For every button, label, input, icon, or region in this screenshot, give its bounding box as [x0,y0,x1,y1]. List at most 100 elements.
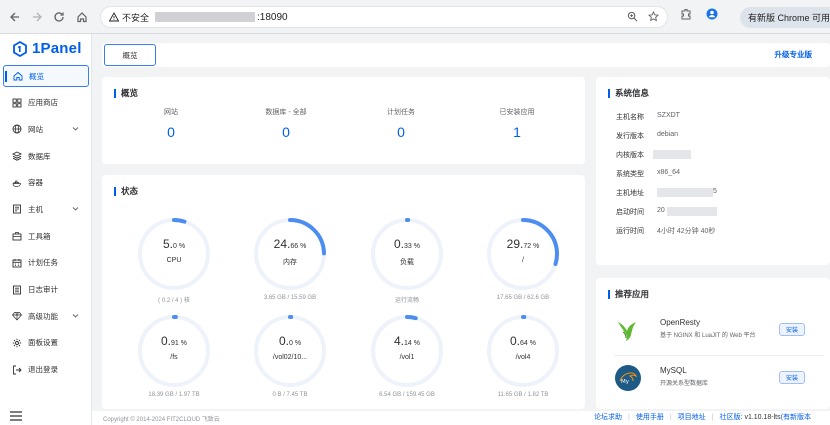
openresty-logo-icon [618,322,636,341]
gauge-unit: % [527,340,536,347]
database-icon [12,151,22,161]
gauge-subtext: ( 0.2 / 4 ) 核 [158,298,190,304]
app-openresty[interactable]: OpenResty 基于 NGINX 和 LuaJIT 的 Web 平台 安装 [614,314,830,348]
overview-value[interactable]: 0 [356,124,446,140]
home-browser-icon[interactable] [71,6,93,28]
project-link[interactable]: 项目地址 [678,412,706,422]
sidebar-item-host[interactable]: 主机 [3,198,89,220]
install-button[interactable]: 安装 [779,371,805,384]
overview-website[interactable]: 网站 0 [126,107,216,140]
gauge-subtext: 0 B / 7.45 TB [272,392,308,398]
back-icon[interactable] [4,6,26,28]
forum-link[interactable]: 论坛求助 [594,412,622,422]
url-redacted [155,12,256,22]
tab-overview[interactable]: 概览 [104,44,156,66]
collapse-menu-icon[interactable] [10,411,22,421]
gauge-0[interactable]: 5.0 % CPU [135,215,213,293]
gauge-4[interactable]: 0.91 %/fs [135,312,213,390]
url-text: :18090 [257,11,288,23]
sidebar-item-toolbox[interactable]: 工具箱 [3,225,89,247]
gauge-value-int: 24. [273,237,291,251]
profile-icon[interactable] [706,8,718,20]
reload-icon[interactable] [48,6,70,28]
gauge-track [138,218,210,290]
gauge-unit: % [411,243,420,250]
sidebar-item-advanced[interactable]: 高级功能 [3,305,89,327]
gauge-value-dec: 66 [290,243,299,250]
install-button[interactable]: 安装 [779,323,805,336]
gauge-ring [487,218,559,290]
sidebar-item-label: 日志审计 [28,285,58,294]
app-desc: 开源关系型数据库 [660,381,709,387]
gauge-track [138,315,210,387]
gauge-1[interactable]: 24.66 % 内存 [251,215,329,293]
gauge-5[interactable]: 0.0 % /vol02/10... [251,312,329,390]
address-bar[interactable]: 不安全 :18090 [100,6,668,28]
sys-value: debian [657,131,679,138]
brand-logo[interactable]: 1Panel [12,40,82,57]
gauge-value: 24.66 % [251,237,329,251]
status-title: 状态 [114,185,138,197]
logout-icon [12,365,22,375]
sidebar-item-settings[interactable]: 面板设置 [3,332,89,354]
sys-key: 系统类型 [616,171,644,178]
overview-installed-apps[interactable]: 已安装应用 1 [472,107,562,140]
sidebar-item-logs[interactable]: 日志审计 [3,279,89,301]
chevron-down-icon [72,207,79,212]
gauge-track [371,218,443,290]
extensions-icon[interactable] [680,8,692,20]
overview-value[interactable]: 0 [126,124,216,140]
boot-time-redacted [666,207,717,216]
sidebar-item-label: 计划任务 [28,258,58,268]
gauge-unit: % [178,340,187,347]
sidebar-item-logout[interactable]: 退出登录 [3,359,89,381]
gauge-name: /vol4 [515,354,531,361]
manual-link[interactable]: 使用手册 [636,412,664,422]
gauge-value-dec: 14 [404,340,412,347]
gauge-value-int: 0. [278,334,289,348]
overview-database[interactable]: 数据库 - 全部 0 [241,107,331,140]
sidebar-menu: 概览 应用商店 网站 数据库 容器 主机 工具箱 计划任务 日志审计 高级功能 … [3,65,89,385]
gauge-ring [138,315,210,387]
sidebar-item-container[interactable]: 容器 [3,172,89,194]
gauge-unit: % [411,340,420,347]
app-desc: 基于 NGINX 和 LuaJIT 的 Web 平台 [660,333,756,339]
overview-value[interactable]: 1 [472,124,562,140]
bookmark-star-icon[interactable] [648,11,659,22]
gauge-7[interactable]: 0.64 % /vol4 [484,312,562,390]
upgrade-pro-link[interactable]: 升级专业版 [775,49,813,60]
gauge-6[interactable]: 4.14 % /vol1 [368,312,446,390]
overview-value[interactable]: 0 [241,124,331,140]
gauge-value: 4.14 % [368,334,446,348]
chrome-update-button[interactable]: 有新版 Chrome 可用 [740,7,830,28]
sys-row-uptime: 运行时间 4小时 42分钟 40秒 [616,226,715,236]
sys-value-tail: 5 [713,188,717,195]
sidebar-item-label: 主机 [28,204,43,214]
sidebar-item-overview[interactable]: 概览 [3,65,89,87]
1panel-logo-icon [13,40,27,57]
zoom-icon[interactable] [627,11,638,22]
app-divider [614,355,824,356]
status-card: 状态 5.0 % CPU ( 0.2 / 4 ) 核 24.66 % 内存 3.65 GB… [102,175,585,409]
sidebar-item-website[interactable]: 网站 [3,118,89,140]
gauge-value-dec: 33 [404,243,412,250]
security-indicator[interactable]: 不安全 [109,11,149,24]
sidebar-item-label: 容器 [28,178,43,188]
overview-cronjob[interactable]: 计划任务 0 [356,107,446,140]
gauge-value-dec: 72 [523,243,532,250]
gauge-ring [254,218,326,290]
sidebar-item-database[interactable]: 数据库 [3,145,89,167]
sidebar-item-appstore[interactable]: 应用商店 [3,92,89,114]
sidebar-item-cronjob[interactable]: 计划任务 [3,252,89,274]
app-mysql[interactable]: My MySQL 开源关系型数据库 安装 [614,362,830,396]
chevron-down-icon [72,314,79,318]
gauge-subtext: 18.39 GB / 1.97 TB [148,392,200,398]
host-address-redacted [657,188,713,197]
system-info-card: 系统信息 主机名称 SZXDT 发行版本 debian 内核版本 系统类型 x8… [596,77,830,265]
globe-icon [12,124,22,134]
sidebar-item-label: 面板设置 [28,338,58,348]
forward-icon[interactable] [26,6,48,28]
gauge-3[interactable]: 29.72 % / [484,215,562,293]
new-version-link[interactable]: (有新版本 [781,412,811,422]
gauge-2[interactable]: 0.33 % 负载 [368,215,446,293]
